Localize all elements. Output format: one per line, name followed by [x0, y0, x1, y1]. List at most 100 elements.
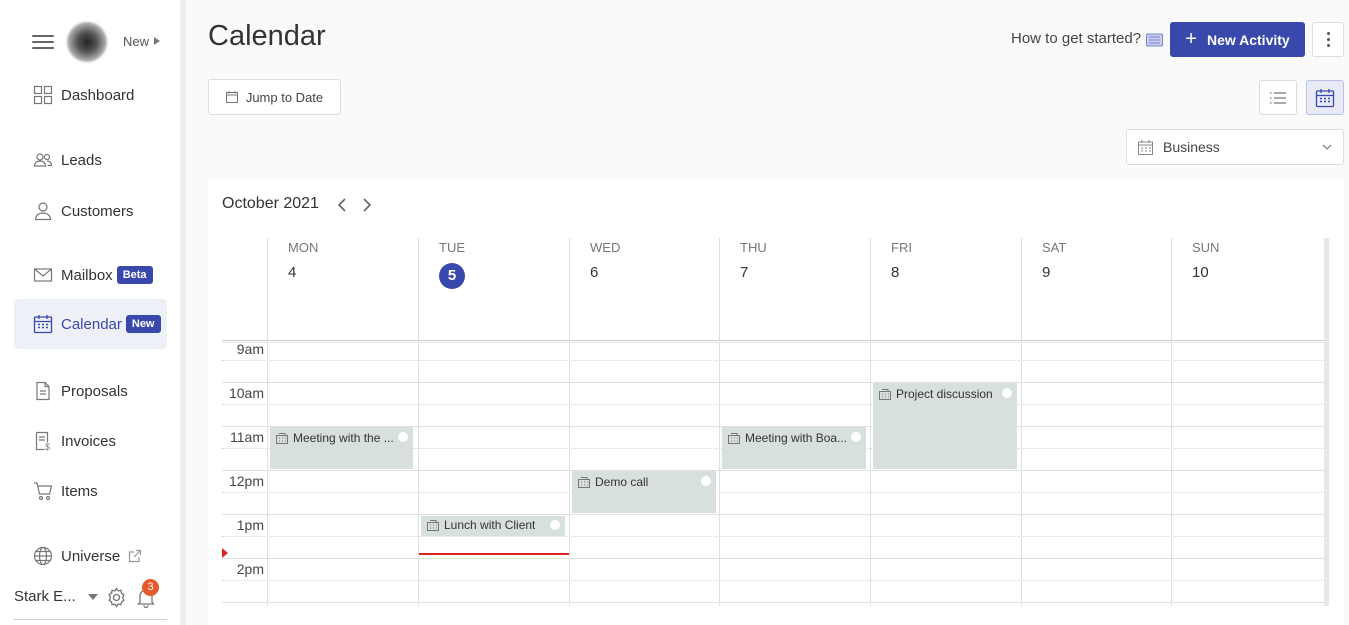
calendar-view-button[interactable]: [1306, 80, 1344, 115]
column-divider: [569, 342, 570, 606]
sidebar-item-dashboard[interactable]: Dashboard: [14, 76, 167, 114]
day-column-header: THU 7: [719, 238, 870, 340]
calendar-icon: [1138, 139, 1153, 155]
sidebar-item-label: Universe: [61, 547, 121, 565]
scrollbar[interactable]: [1324, 238, 1329, 606]
status-dot[interactable]: [851, 432, 861, 442]
status-dot[interactable]: [1002, 388, 1012, 398]
day-number: 10: [1192, 264, 1209, 281]
sidebar-item-invoices[interactable]: $ Invoices: [14, 422, 167, 460]
column-divider: [870, 342, 871, 606]
calendar-event[interactable]: Meeting with the ...: [270, 427, 413, 469]
how-to-get-started-link[interactable]: How to get started?: [1011, 30, 1141, 47]
hour-line: [222, 470, 1324, 471]
calendar-type-select[interactable]: Business: [1126, 129, 1344, 165]
day-name: TUE: [439, 240, 465, 255]
sidebar-item-label: Mailbox: [61, 266, 113, 284]
chevron-right-icon[interactable]: [360, 196, 376, 214]
hour-line: [222, 382, 1324, 383]
calendar-event[interactable]: Meeting with Boa...: [722, 427, 866, 469]
account-name: Stark E...: [14, 588, 76, 605]
svg-text:$: $: [45, 442, 50, 451]
status-dot[interactable]: [701, 476, 711, 486]
building-icon: [879, 388, 891, 400]
footer-divider: [14, 619, 167, 620]
more-options-icon[interactable]: [1312, 22, 1344, 57]
half-hour-line: [222, 536, 1324, 537]
time-label: 12pm: [228, 473, 264, 489]
mail-icon: [33, 265, 53, 285]
calendar-event[interactable]: Demo call: [572, 471, 716, 513]
time-label: 10am: [228, 385, 264, 401]
day-column-header: MON 4: [267, 238, 418, 340]
hour-line: [222, 514, 1324, 515]
building-icon: [578, 476, 590, 488]
time-label: 9am: [236, 341, 264, 357]
sidebar-item-customers[interactable]: Customers: [14, 192, 167, 230]
chevron-left-icon[interactable]: [335, 196, 351, 214]
day-column-header: TUE 5: [418, 238, 569, 340]
today-indicator: 5: [439, 263, 465, 289]
day-name: FRI: [891, 240, 912, 255]
half-hour-line: [222, 360, 1324, 361]
sidebar-item-mailbox[interactable]: Mailbox Beta: [14, 256, 167, 294]
event-title: Demo call: [595, 475, 649, 489]
day-name: THU: [740, 240, 767, 255]
avatar[interactable]: [67, 22, 107, 62]
sidebar-item-label: Dashboard: [61, 86, 135, 104]
calendar-event[interactable]: Project discussion: [873, 383, 1017, 469]
event-title: Lunch with Client: [444, 518, 536, 532]
new-menu-label: New: [123, 34, 150, 49]
gear-icon[interactable]: [106, 587, 127, 608]
building-icon: [427, 519, 439, 531]
user-icon: [33, 201, 53, 221]
users-icon: [33, 150, 53, 170]
event-title: Meeting with Boa...: [745, 431, 848, 445]
current-time-line: [419, 553, 569, 555]
day-number: 4: [288, 264, 297, 281]
day-name: WED: [590, 240, 621, 255]
calendar-icon: [225, 91, 238, 103]
menu-icon[interactable]: [32, 35, 54, 49]
month-label: October 2021: [222, 195, 319, 212]
new-badge: New: [125, 315, 161, 333]
day-column-header: SUN 10: [1171, 238, 1324, 340]
day-column-header: SAT 9: [1021, 238, 1171, 340]
list-view-button[interactable]: [1259, 80, 1297, 115]
video-icon[interactable]: [1146, 33, 1163, 47]
sidebar-item-items[interactable]: Items: [14, 472, 167, 510]
day-column-header: FRI 8: [870, 238, 1021, 340]
time-label: 11am: [230, 429, 264, 445]
building-icon: [276, 432, 288, 444]
plus-icon: +: [1185, 28, 1197, 50]
sidebar-resizer[interactable]: [180, 0, 186, 625]
header-divider: [222, 340, 1329, 343]
status-dot[interactable]: [550, 520, 560, 530]
invoice-icon: $: [33, 431, 53, 451]
dashboard-icon: [33, 85, 53, 105]
day-name: SAT: [1042, 240, 1067, 255]
sidebar-item-leads[interactable]: Leads: [14, 141, 167, 179]
jump-to-date-button[interactable]: Jump to Date: [208, 79, 341, 115]
new-activity-button[interactable]: + New Activity: [1170, 22, 1305, 57]
calendar-event[interactable]: Lunch with Client: [421, 516, 565, 536]
hour-line: [222, 558, 1324, 559]
sidebar-item-label: Leads: [61, 151, 102, 169]
event-title: Project discussion: [896, 387, 993, 401]
event-title: Meeting with the ...: [293, 431, 394, 445]
half-hour-line: [222, 492, 1324, 493]
sidebar-item-calendar[interactable]: Calendar New: [14, 299, 167, 349]
calendar-icon: [1315, 88, 1335, 107]
sidebar-item-proposals[interactable]: Proposals: [14, 372, 167, 410]
caret-down-icon: [87, 593, 98, 600]
beta-badge: Beta: [116, 266, 153, 284]
status-dot[interactable]: [398, 432, 408, 442]
account-switcher[interactable]: Stark E...: [14, 588, 98, 605]
external-link-icon: [128, 549, 142, 563]
sidebar-item-universe[interactable]: Universe: [14, 537, 167, 575]
building-icon: [728, 432, 740, 444]
day-number: 7: [740, 264, 749, 281]
list-icon: [1270, 91, 1286, 104]
page-title: Calendar: [208, 20, 326, 52]
new-menu-button[interactable]: New: [123, 34, 161, 49]
